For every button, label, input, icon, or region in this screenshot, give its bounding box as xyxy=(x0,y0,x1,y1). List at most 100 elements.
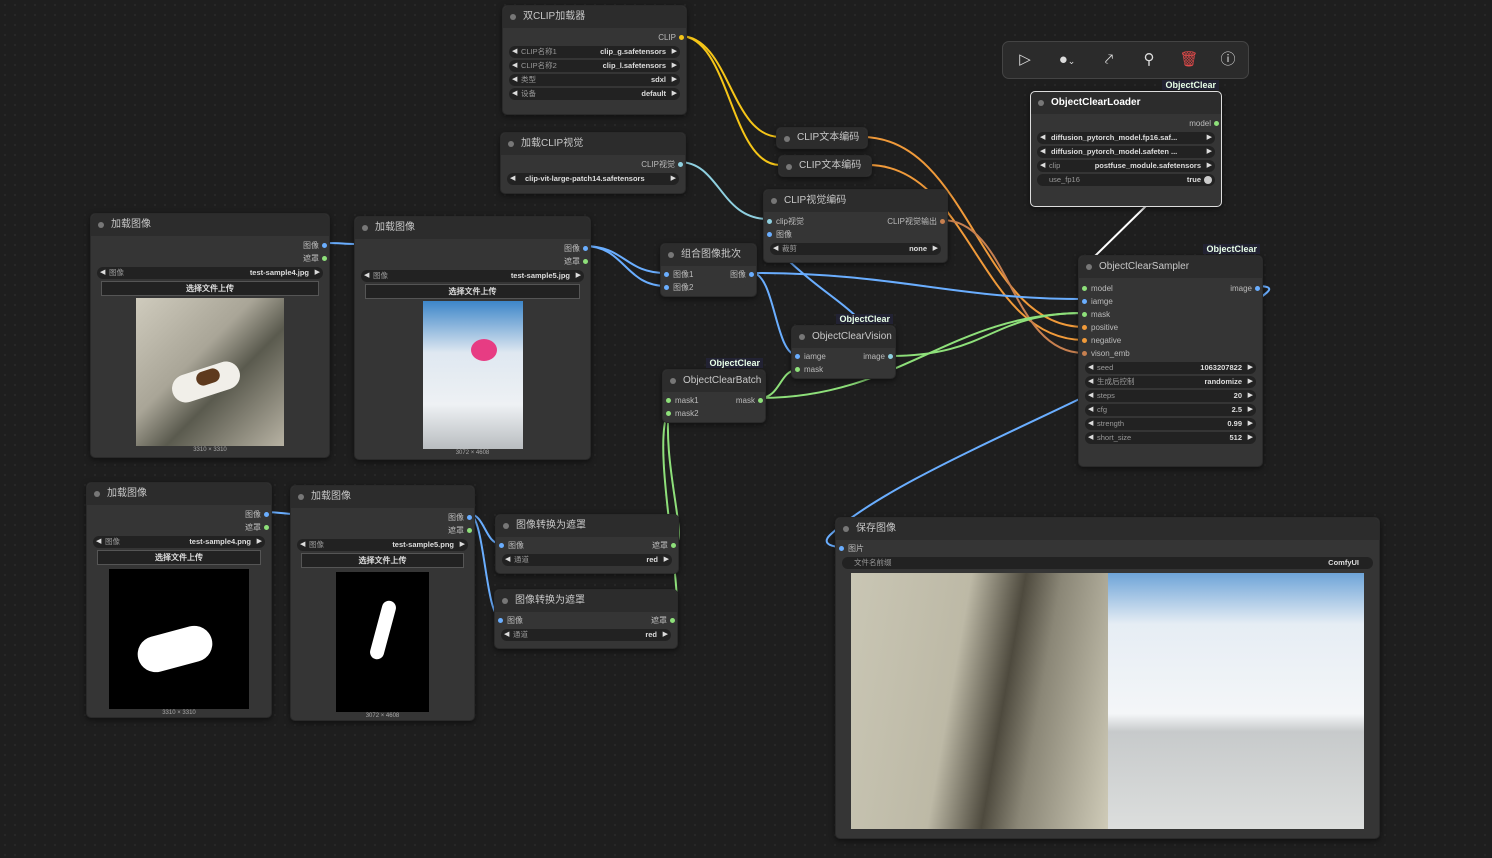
widget-image[interactable]: 图像 test-sample4.png xyxy=(93,536,265,548)
input-socket[interactable] xyxy=(767,232,772,237)
image-to-mask-node[interactable]: 图像转换为遮罩 图像 遮罩 通道 red xyxy=(494,589,678,649)
output-socket[interactable] xyxy=(1214,121,1219,126)
widget-channel[interactable]: 通道 red xyxy=(502,554,672,566)
load-image-node[interactable]: 加载图像 图像 遮罩 图像 test-sample4.jpg 选择文件上传 331… xyxy=(90,213,330,458)
node-title[interactable]: CLIP视觉编码 xyxy=(764,190,947,212)
input-socket[interactable] xyxy=(1082,325,1087,330)
upload-button[interactable]: 选择文件上传 xyxy=(301,553,464,568)
widget-model-1[interactable]: diffusion_pytorch_model.fp16.saf... xyxy=(1037,132,1215,144)
node-title[interactable]: CLIP文本编码 xyxy=(777,128,867,148)
widget-image[interactable]: 图像 test-sample4.jpg xyxy=(97,267,323,279)
widget-channel[interactable]: 通道 red xyxy=(501,629,671,641)
bypass-icon[interactable]: ⤤ xyxy=(1099,50,1119,70)
node-title[interactable]: 加载图像 xyxy=(355,217,590,239)
node-title[interactable]: ObjectClearVision xyxy=(792,326,895,348)
node-title[interactable]: 图像转换为遮罩 xyxy=(495,590,677,612)
input-socket[interactable] xyxy=(664,285,669,290)
output-socket[interactable] xyxy=(670,618,675,623)
dual-clip-loader-node[interactable]: 双CLIP加载器 CLIP CLIP名称1clip_g.safetensors … xyxy=(502,5,687,115)
node-title[interactable]: 双CLIP加载器 xyxy=(503,6,686,28)
save-image-node[interactable]: 保存图像 图片 文件名前缀 ComfyUI xyxy=(835,517,1380,839)
delete-icon[interactable]: 🗑 xyxy=(1179,50,1199,70)
pin-icon[interactable]: ⚲ xyxy=(1139,50,1159,70)
input-socket[interactable] xyxy=(1082,286,1087,291)
node-title[interactable]: 保存图像 xyxy=(836,518,1379,540)
clip-text-encode-node[interactable]: CLIP文本编码 xyxy=(776,127,868,149)
node-title[interactable]: CLIP文本编码 xyxy=(779,156,871,176)
input-socket[interactable] xyxy=(666,398,671,403)
color-icon[interactable]: ●⌄ xyxy=(1053,50,1081,70)
widget-filename-prefix[interactable]: 文件名前缀 ComfyUI xyxy=(842,557,1373,569)
widget-control-after-generate[interactable]: 生成后控制 randomize xyxy=(1085,376,1256,388)
widget-image[interactable]: 图像 test-sample5.png xyxy=(297,539,468,551)
clip-text-encode-node[interactable]: CLIP文本编码 xyxy=(778,155,872,177)
node-title[interactable]: 图像转换为遮罩 xyxy=(496,515,678,537)
output-socket[interactable] xyxy=(671,543,676,548)
output-socket[interactable] xyxy=(678,162,683,167)
image-to-mask-node[interactable]: 图像转换为遮罩 图像 遮罩 通道 red xyxy=(495,514,679,574)
node-title[interactable]: ObjectClearLoader xyxy=(1031,92,1221,114)
node-title[interactable]: ObjectClearBatch xyxy=(663,370,765,392)
input-socket[interactable] xyxy=(499,543,504,548)
output-socket[interactable] xyxy=(467,515,472,520)
input-socket[interactable] xyxy=(664,272,669,277)
clip-vision-loader-node[interactable]: 加载CLIP视觉 CLIP视觉 clip-vit-large-patch14.s… xyxy=(500,132,686,194)
widget-seed[interactable]: seed 1063207822 xyxy=(1085,362,1256,374)
node-title[interactable]: 加载图像 xyxy=(291,486,474,508)
upload-button[interactable]: 选择文件上传 xyxy=(101,281,319,296)
output-socket[interactable] xyxy=(583,246,588,251)
input-socket[interactable] xyxy=(1082,312,1087,317)
widget-model-2[interactable]: diffusion_pytorch_model.safeten ... xyxy=(1037,146,1215,158)
load-image-node[interactable]: 加载图像 图像 遮罩 图像 test-sample5.png 选择文件上传 307… xyxy=(290,485,475,721)
clip-vision-encode-node[interactable]: CLIP视觉编码 clip视觉 CLIP视觉输出 图像 裁剪 none xyxy=(763,189,948,263)
input-socket[interactable] xyxy=(666,411,671,416)
input-socket[interactable] xyxy=(1082,351,1087,356)
output-socket[interactable] xyxy=(467,528,472,533)
widget-short-size[interactable]: short_size 512 xyxy=(1085,432,1256,444)
image-batch-node[interactable]: 组合图像批次 图像1 图像 图像2 xyxy=(660,243,757,297)
output-socket[interactable] xyxy=(583,259,588,264)
output-socket[interactable] xyxy=(264,525,269,530)
input-socket[interactable] xyxy=(1082,338,1087,343)
load-image-node[interactable]: 加载图像 图像 遮罩 图像 test-sample5.jpg 选择文件上传 307… xyxy=(354,216,591,460)
output-socket[interactable] xyxy=(322,256,327,261)
node-title[interactable]: 组合图像批次 xyxy=(661,244,756,266)
node-title[interactable]: 加载图像 xyxy=(87,483,271,505)
input-socket[interactable] xyxy=(839,546,844,551)
widget-device[interactable]: 设备 default xyxy=(509,88,680,100)
run-icon[interactable]: ▷ xyxy=(1015,50,1035,70)
objectclear-sampler-node[interactable]: ObjectClear ObjectClearSampler model imag… xyxy=(1078,244,1263,467)
help-icon[interactable]: ⓘ xyxy=(1218,50,1238,70)
output-socket[interactable] xyxy=(264,512,269,517)
widget-strength[interactable]: strength 0.99 xyxy=(1085,418,1256,430)
node-title[interactable]: 加载CLIP视觉 xyxy=(501,133,685,155)
widget-steps[interactable]: steps 20 xyxy=(1085,390,1256,402)
input-socket[interactable] xyxy=(1082,299,1087,304)
output-socket[interactable] xyxy=(888,354,893,359)
widget-cfg[interactable]: cfg 2.5 xyxy=(1085,404,1256,416)
objectclear-loader-node[interactable]: ObjectClear ObjectClearLoader model diff… xyxy=(1030,80,1222,207)
output-socket[interactable] xyxy=(679,35,684,40)
objectclear-batch-node[interactable]: ObjectClear ObjectClearBatch mask1 mask m… xyxy=(662,358,766,423)
widget-clip[interactable]: clip postfuse_module.safetensors xyxy=(1037,160,1215,172)
widget-type[interactable]: 类型 sdxl xyxy=(509,74,680,86)
upload-button[interactable]: 选择文件上传 xyxy=(97,550,261,565)
output-socket[interactable] xyxy=(1255,286,1260,291)
input-socket[interactable] xyxy=(767,219,772,224)
node-title[interactable]: 加载图像 xyxy=(91,214,329,236)
output-socket[interactable] xyxy=(940,219,945,224)
upload-button[interactable]: 选择文件上传 xyxy=(365,284,580,299)
widget-clip-name[interactable]: clip-vit-large-patch14.safetensors xyxy=(507,173,679,185)
widget-image[interactable]: 图像 test-sample5.jpg xyxy=(361,270,584,282)
widget-crop[interactable]: 裁剪 none xyxy=(770,243,941,255)
widget-use-fp16-toggle[interactable]: use_fp16 true xyxy=(1037,174,1215,186)
widget-clip-name-2[interactable]: CLIP名称2 clip_l.safetensors xyxy=(509,60,680,72)
input-socket[interactable] xyxy=(795,367,800,372)
input-socket[interactable] xyxy=(795,354,800,359)
objectclear-vision-node[interactable]: ObjectClear ObjectClearVision iamge image… xyxy=(791,314,896,379)
load-image-node[interactable]: 加载图像 图像 遮罩 图像 test-sample4.png 选择文件上传 331… xyxy=(86,482,272,718)
input-socket[interactable] xyxy=(498,618,503,623)
widget-clip-name-1[interactable]: CLIP名称1 clip_g.safetensors xyxy=(509,46,680,58)
output-socket[interactable] xyxy=(322,243,327,248)
node-title[interactable]: ObjectClearSampler xyxy=(1079,256,1262,278)
